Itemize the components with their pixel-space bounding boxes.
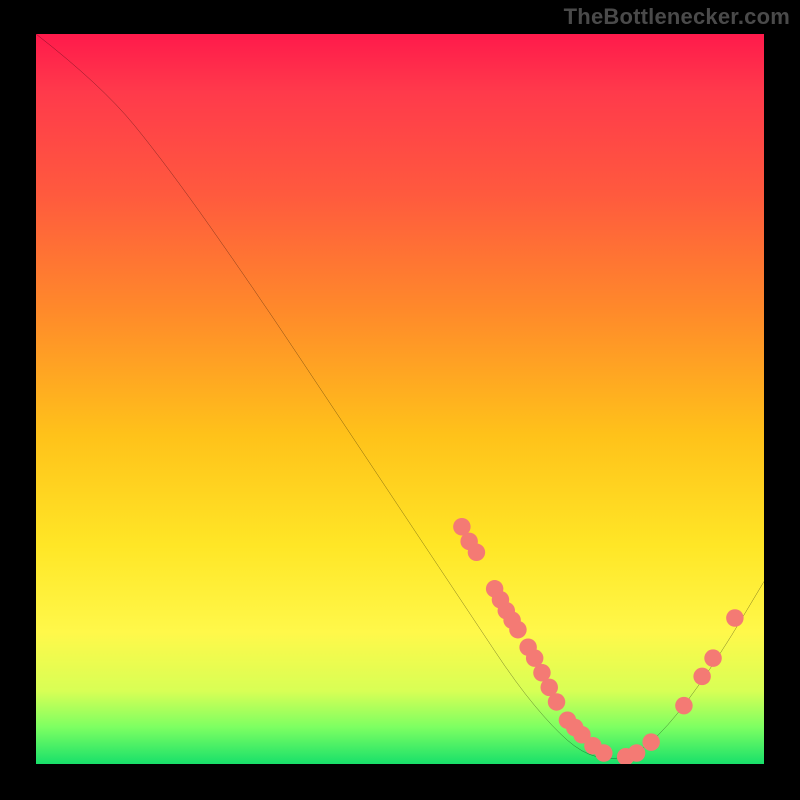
data-marker [595, 744, 612, 762]
data-marker [704, 649, 721, 667]
data-marker [468, 544, 485, 562]
chart-frame: TheBottlenecker.com [0, 0, 800, 800]
plot-area [36, 34, 764, 764]
data-marker [642, 733, 659, 751]
data-markers [453, 518, 743, 764]
data-marker [628, 744, 645, 762]
data-marker [675, 697, 692, 715]
chart-svg [36, 34, 764, 764]
attribution-text: TheBottlenecker.com [564, 4, 790, 30]
data-marker [509, 621, 526, 639]
data-marker [548, 693, 565, 711]
data-marker [726, 609, 743, 627]
data-marker [693, 668, 710, 686]
bottleneck-curve [36, 34, 764, 759]
